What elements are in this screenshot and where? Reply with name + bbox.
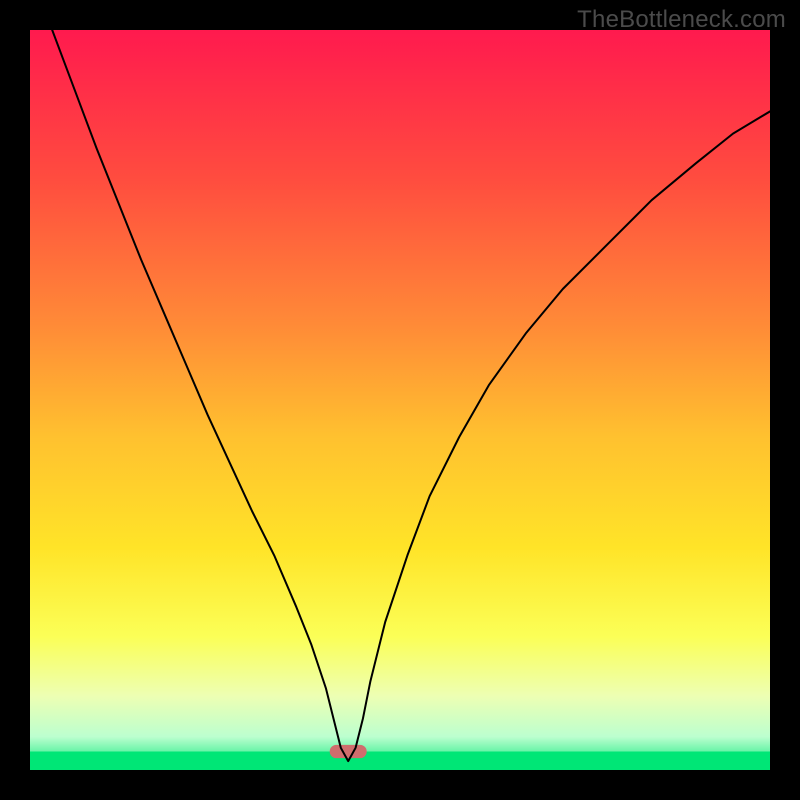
watermark-text: TheBottleneck.com <box>577 6 786 34</box>
chart-frame: TheBottleneck.com <box>0 0 800 800</box>
optimal-marker <box>330 745 367 758</box>
baseline-band <box>30 752 770 771</box>
plot-area <box>30 30 770 770</box>
gradient-background <box>30 30 770 770</box>
chart-svg <box>30 30 770 770</box>
